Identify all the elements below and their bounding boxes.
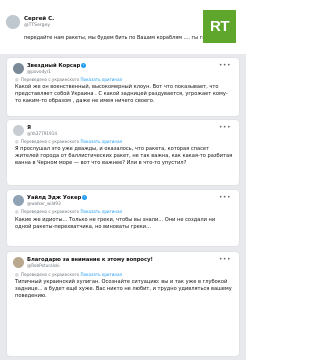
verified-icon: ✓	[82, 195, 88, 200]
verified-icon: ✓	[81, 63, 87, 68]
post-text: передайте нам ракеты, мы будем бить по В…	[24, 35, 207, 41]
translation-notice: ◎ Переведено с украинского Показать ориг…	[15, 272, 122, 277]
avatar[interactable]	[13, 257, 24, 268]
globe-icon: ◎	[15, 77, 19, 82]
avatar[interactable]	[13, 63, 24, 74]
main-post: Сергей С. @TTSergey передайте нам ракеты…	[0, 0, 246, 54]
author-handle[interactable]: @TTSergey	[24, 23, 50, 28]
translation-label: Переведено с украинского	[20, 139, 80, 144]
show-original-link[interactable]: Показать оригинал	[80, 209, 122, 214]
globe-icon: ◎	[15, 209, 19, 214]
author-handle[interactable]: @Ya37791914	[27, 131, 57, 136]
globe-icon: ◎	[15, 272, 19, 277]
reply-card: Я @Ya37791914 ••• ◎ Переведено с украинс…	[7, 120, 239, 185]
reply-text: Типичный украинский хулиган. Осознайте с…	[15, 279, 232, 299]
replies-feed: Звездный Корсар ✓ @povodyr1 ••• ◎ Перевед…	[0, 54, 246, 360]
more-options-icon[interactable]: •••	[219, 62, 231, 69]
globe-icon: ◎	[15, 139, 19, 144]
show-original-link[interactable]: Показать оригинал	[80, 139, 122, 144]
translation-notice: ◎ Переведено с украинского Показать ориг…	[15, 77, 122, 82]
author-handle[interactable]: @walker_wild93	[27, 201, 61, 206]
more-options-icon[interactable]: •••	[219, 256, 231, 263]
translation-label: Переведено с украинского	[20, 272, 80, 277]
reply-card: Благодарю за внимание к этому вопросу! @…	[7, 252, 239, 356]
avatar[interactable]	[13, 125, 24, 136]
author-handle[interactable]: @RobPoturalski	[27, 263, 60, 268]
avatar[interactable]	[13, 195, 24, 206]
author-name[interactable]: Сергей С.	[24, 16, 54, 22]
rt-logo: RT	[203, 10, 236, 43]
show-original-link[interactable]: Показать оригинал	[80, 272, 122, 277]
reply-text: Какие же идиоты... Только не греки, чтоб…	[15, 217, 216, 230]
show-original-link[interactable]: Показать оригинал	[80, 77, 122, 82]
translation-notice: ◎ Переведено с украинского Показать ориг…	[15, 209, 122, 214]
more-options-icon[interactable]: •••	[219, 124, 231, 131]
reply-card: Уайлд Эдж Уокер ✓ @walker_wild93 ••• ◎ Пе…	[7, 190, 239, 246]
avatar[interactable]	[6, 15, 20, 29]
author-handle[interactable]: @povodyr1	[27, 69, 51, 74]
more-options-icon[interactable]: •••	[219, 194, 231, 201]
reply-text: Я прослушал это уже дважды, и оказалось,…	[15, 146, 233, 166]
reply-card: Звездный Корсар ✓ @povodyr1 ••• ◎ Перевед…	[7, 58, 239, 116]
translation-label: Переведено с украинского	[20, 209, 80, 214]
translation-notice: ◎ Переведено с украинского Показать ориг…	[15, 139, 122, 144]
translation-label: Переведено с украинского	[20, 77, 80, 82]
reply-text: Какой же он военственный, высокомерный к…	[15, 84, 228, 104]
